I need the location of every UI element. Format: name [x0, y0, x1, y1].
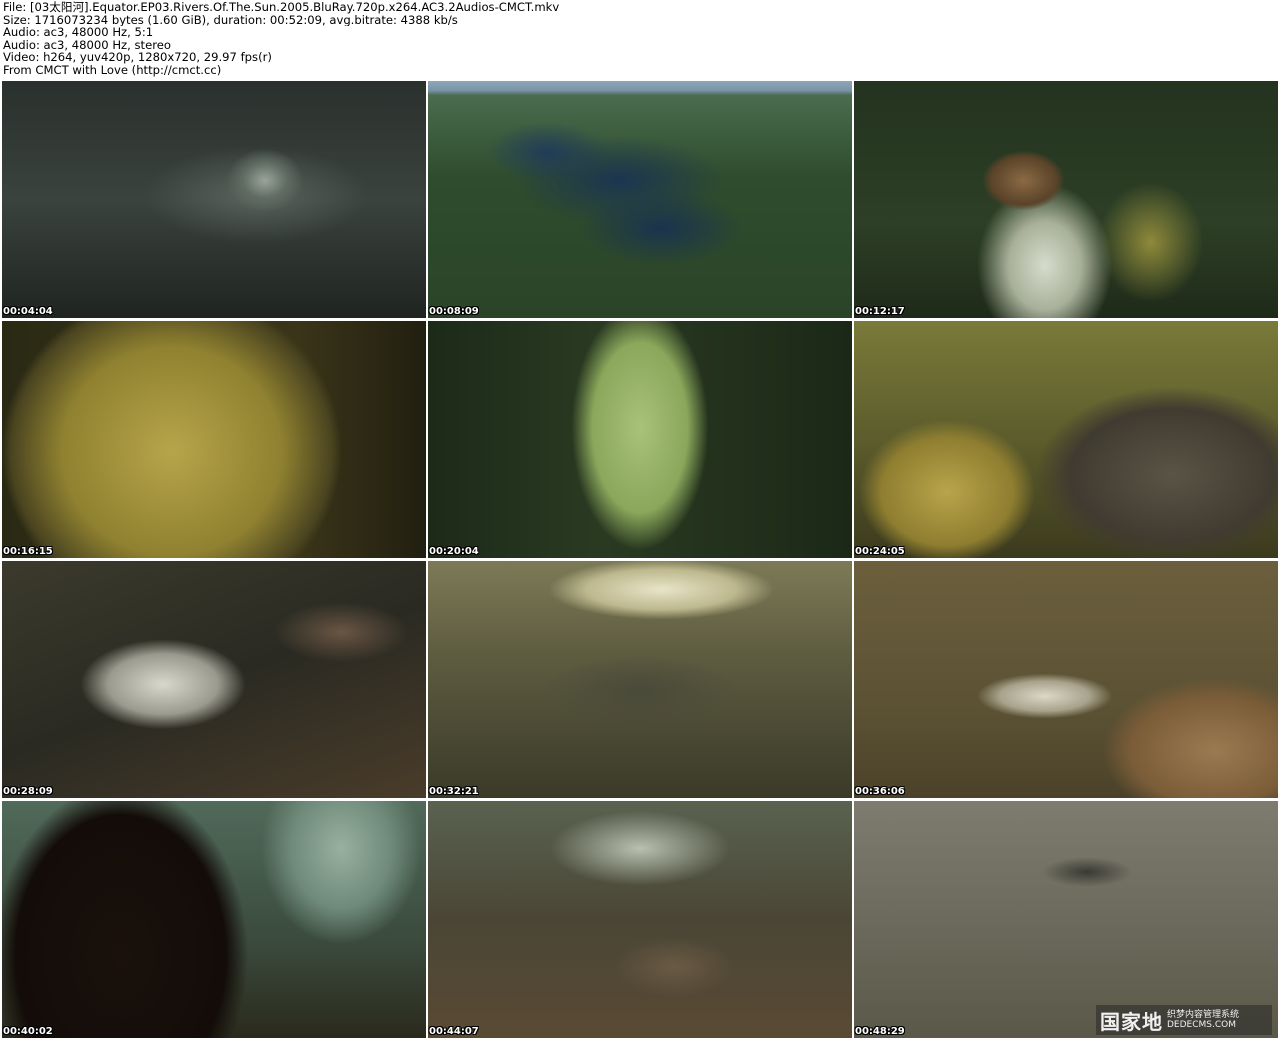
- watermark: 国家地 织梦内容管理系统 DEDECMS.COM: [1096, 1005, 1272, 1035]
- thumbnail-timestamp: 00:40:02: [3, 1026, 53, 1037]
- file-size-line: Size: 1716073234 bytes (1.60 GiB), durat…: [3, 13, 458, 27]
- thumbnail-timestamp: 00:16:15: [3, 546, 53, 557]
- thumbnail-grid: 00:04:04 00:08:09 00:12:17 00:16:15 00:2…: [2, 81, 1278, 1039]
- file-name-line: File: [03太阳河].Equator.EP03.Rivers.Of.The…: [3, 1, 560, 14]
- watermark-line-2: DEDECMS.COM: [1167, 1020, 1236, 1030]
- thumbnail: 00:04:04: [2, 81, 426, 318]
- thumbnail-image: [428, 81, 852, 318]
- thumbnail-timestamp: 00:12:17: [855, 306, 905, 317]
- thumbnail-image: [2, 81, 426, 318]
- thumbnail-image: [2, 801, 426, 1038]
- thumbnail: 00:32:21: [428, 561, 852, 798]
- watermark-logo: 国家地: [1100, 1009, 1163, 1034]
- thumbnail: 00:08:09: [428, 81, 852, 318]
- thumbnail-image: [428, 561, 852, 798]
- thumbnail-image: [854, 81, 1278, 318]
- thumbnail-timestamp: 00:20:04: [429, 546, 479, 557]
- thumbnail: 00:12:17: [854, 81, 1278, 318]
- thumbnail-timestamp: 00:36:06: [855, 786, 905, 797]
- watermark-line-1: 织梦内容管理系统: [1167, 1010, 1240, 1020]
- thumbnail-timestamp: 00:28:09: [3, 786, 53, 797]
- thumbnail: 00:16:15: [2, 321, 426, 558]
- thumbnail: 00:40:02: [2, 801, 426, 1038]
- thumbnail: 00:48:29: [854, 801, 1278, 1038]
- thumbnail-timestamp: 00:24:05: [855, 546, 905, 557]
- thumbnail: 00:36:06: [854, 561, 1278, 798]
- thumbnail-timestamp: 00:08:09: [429, 306, 479, 317]
- thumbnail-image: [2, 321, 426, 558]
- audio-track-1-line: Audio: ac3, 48000 Hz, 5:1: [3, 26, 154, 39]
- thumbnail-timestamp: 00:04:04: [3, 306, 53, 317]
- credit-line: From CMCT with Love (http://cmct.cc): [3, 63, 222, 77]
- file-info-header: File: [03太阳河].Equator.EP03.Rivers.Of.The…: [3, 1, 1273, 77]
- thumbnail: 00:20:04: [428, 321, 852, 558]
- thumbnail-image: [428, 321, 852, 558]
- audio-track-2-line: Audio: ac3, 48000 Hz, stereo: [3, 38, 171, 52]
- thumbnail: 00:24:05: [854, 321, 1278, 558]
- thumbnail-image: [2, 561, 426, 798]
- thumbnail-image: [428, 801, 852, 1038]
- thumbnail-timestamp: 00:48:29: [855, 1026, 905, 1037]
- thumbnail-image: [854, 561, 1278, 798]
- thumbnail: 00:44:07: [428, 801, 852, 1038]
- watermark-text: 织梦内容管理系统 DEDECMS.COM: [1167, 1010, 1239, 1030]
- thumbnail-timestamp: 00:44:07: [429, 1026, 479, 1037]
- thumbnail-image: [854, 801, 1278, 1038]
- video-info-line: Video: h264, yuv420p, 1280x720, 29.97 fp…: [3, 51, 272, 64]
- thumbnail-image: [854, 321, 1278, 558]
- thumbnail: 00:28:09: [2, 561, 426, 798]
- thumbnail-timestamp: 00:32:21: [429, 786, 479, 797]
